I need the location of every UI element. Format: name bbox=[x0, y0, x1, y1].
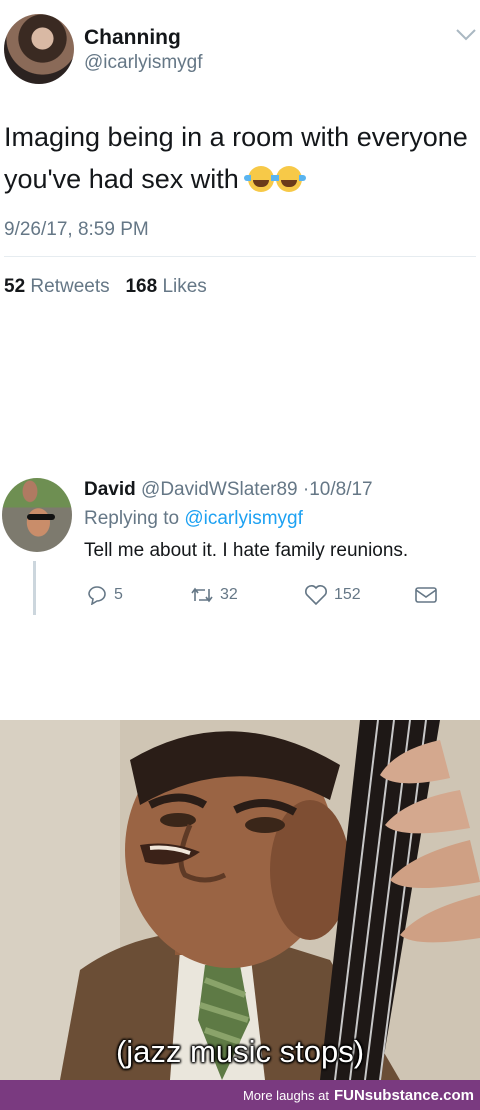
like-count: 152 bbox=[334, 586, 361, 603]
retweets-count[interactable]: 52 bbox=[4, 276, 25, 297]
tweet-stats: 52 Retweets 168 Likes bbox=[4, 276, 207, 298]
meme-caption: (jazz music stops) bbox=[115, 1034, 365, 1069]
chevron-down-icon[interactable] bbox=[455, 28, 477, 42]
retweet-count: 32 bbox=[220, 586, 238, 603]
replying-to: Replying to @icarlyismygf bbox=[84, 508, 303, 530]
retweets-label[interactable]: Retweets bbox=[30, 276, 109, 297]
reply-date[interactable]: 10/8/17 bbox=[309, 479, 372, 500]
replying-to-handle[interactable]: @icarlyismygf bbox=[184, 508, 303, 529]
tweet-text-content: Imaging being in a room with everyone yo… bbox=[4, 122, 468, 194]
tweet-text: Imaging being in a room with everyone yo… bbox=[4, 116, 474, 200]
reply-icon bbox=[88, 586, 106, 605]
retweet-action[interactable]: 32 bbox=[190, 583, 238, 607]
likes-count[interactable]: 168 bbox=[125, 276, 157, 297]
envelope-icon bbox=[415, 587, 437, 603]
reply-count: 5 bbox=[114, 586, 123, 603]
retweet-icon bbox=[191, 587, 213, 603]
direct-message-action[interactable] bbox=[414, 583, 438, 607]
tweet-timestamp[interactable]: 9/26/17, 8:59 PM bbox=[4, 219, 149, 241]
watermark-footer[interactable]: More laughs at FUNsubstance.com bbox=[0, 1080, 480, 1110]
tweet-author-handle[interactable]: @icarlyismygf bbox=[84, 52, 203, 74]
jazz-meme-image bbox=[0, 720, 480, 1080]
reply-action[interactable]: 5 bbox=[86, 583, 123, 607]
reply-author-name[interactable]: David bbox=[84, 479, 136, 500]
footer-prefix: More laughs at bbox=[242, 1087, 329, 1103]
jazz-musician-illustration bbox=[0, 720, 480, 1080]
heart-icon bbox=[305, 585, 327, 606]
footer-brand[interactable]: FUNsubstance.com bbox=[334, 1087, 474, 1104]
divider bbox=[4, 256, 476, 257]
tweet-author-name[interactable]: Channing bbox=[84, 26, 181, 50]
channing-avatar[interactable] bbox=[4, 14, 74, 84]
reply-text: Tell me about it. I hate family reunions… bbox=[84, 540, 409, 561]
likes-label[interactable]: Likes bbox=[162, 276, 206, 297]
tears-of-joy-emoji-icon bbox=[244, 166, 279, 192]
reply-header: David @DavidWSlater89 ·10/8/17 bbox=[84, 479, 373, 501]
avatar-sunglasses bbox=[27, 514, 55, 520]
reply-author-handle[interactable]: @DavidWSlater89 bbox=[141, 479, 298, 500]
replying-prefix: Replying to bbox=[84, 508, 180, 529]
tears-of-joy-emoji-icon bbox=[272, 166, 307, 192]
thread-line bbox=[33, 561, 36, 615]
like-action[interactable]: 152 bbox=[304, 583, 361, 607]
